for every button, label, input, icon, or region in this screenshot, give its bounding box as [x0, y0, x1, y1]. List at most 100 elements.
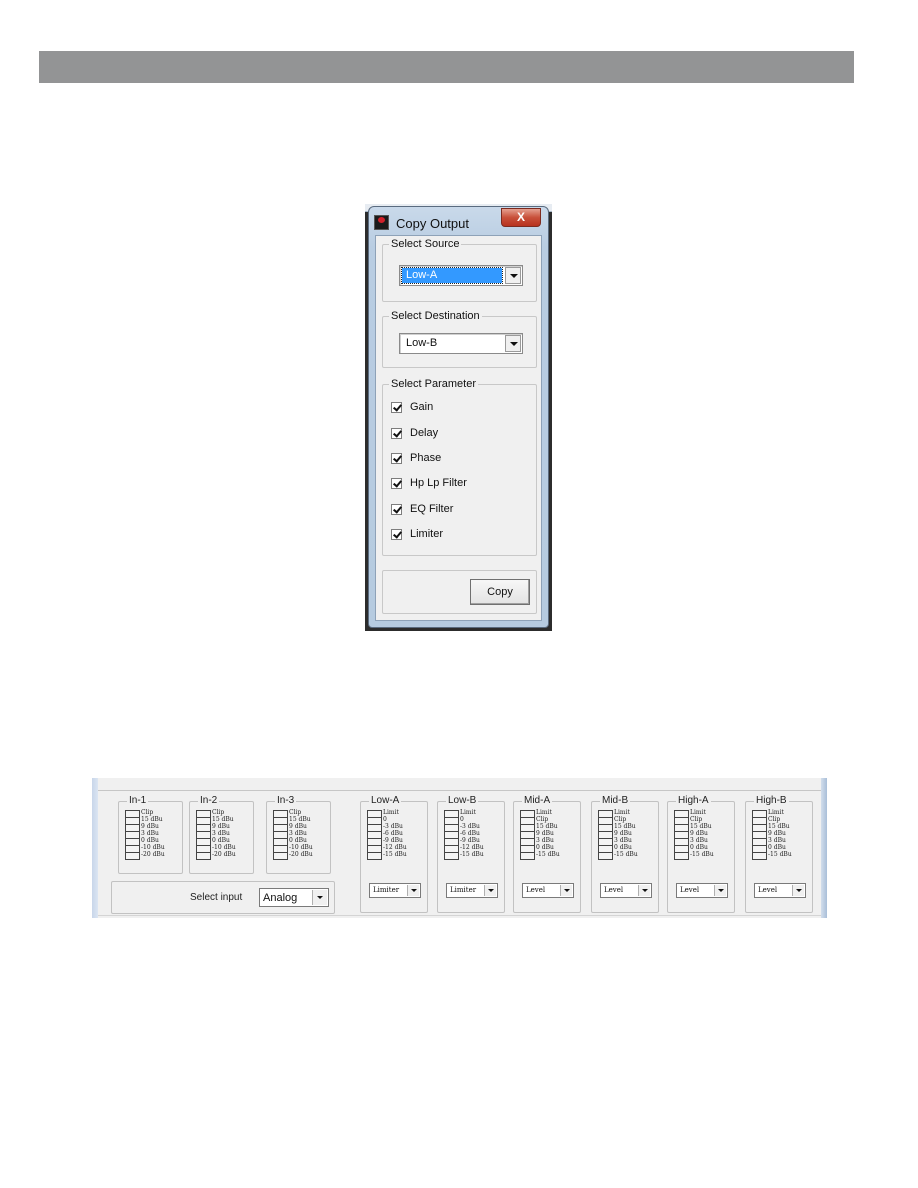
- input-channel-label: In-1: [127, 794, 149, 807]
- meter-segment: [752, 852, 767, 860]
- parameter-checkbox-row[interactable]: Phase: [391, 450, 441, 466]
- checkbox[interactable]: [391, 401, 402, 413]
- copy-action-group: Copy: [382, 570, 537, 614]
- source-dropdown-value: Low-A: [401, 267, 503, 284]
- meter-mode-dropdown[interactable]: Limiter: [369, 883, 421, 898]
- chevron-down-icon[interactable]: [505, 267, 521, 284]
- parameter-checkbox-row[interactable]: Gain: [391, 399, 433, 415]
- select-destination-group: Select Destination Low-B: [382, 309, 537, 368]
- output-meter-group: Mid-B Limit Clip 15 dBu 9 dBu 3 dBu 0 dBu -15 d…: [591, 794, 659, 913]
- copy-output-dialog: Copy Output X Select Source Low-A Select…: [368, 206, 549, 628]
- destination-dropdown-value: Low-B: [406, 337, 438, 349]
- checkbox[interactable]: [391, 452, 402, 464]
- meter-segment: [125, 852, 140, 860]
- meter-segment-row: -15 dBu: [444, 851, 504, 860]
- meter-segment-row: -15 dBu: [367, 851, 427, 860]
- input-channel-label: In-2: [198, 794, 220, 807]
- output-meter-group: Mid-A Limit Clip 15 dBu 9 dBu 3 dBu 0 dBu -15 d…: [513, 794, 581, 913]
- checkbox-label: Gain: [410, 401, 434, 413]
- level-meter: Limit 0 -3 dBu -6 dBu -9 dBu -12 dBu -15 dBu: [367, 809, 427, 860]
- meter-segment-row: -15 dBu: [598, 851, 658, 860]
- meter-panel-screenshot: In-1 Clip 15 dBu 9 dBu 3 dBu 0 dBu -10 dBu -20 …: [92, 778, 827, 918]
- meter-segment: [674, 852, 689, 860]
- output-channel-label: Low-A: [369, 794, 402, 807]
- meter-segment-row: Limit: [752, 809, 812, 818]
- output-channel-label: Mid-B: [600, 794, 631, 807]
- chevron-down-icon[interactable]: [505, 335, 521, 352]
- input-meter-group: In-1 Clip 15 dBu 9 dBu 3 dBu 0 dBu -10 dBu -20 …: [118, 794, 185, 874]
- meter-segment: [367, 852, 382, 860]
- input-meter-group: In-2 Clip 15 dBu 9 dBu 3 dBu 0 dBu -10 dBu -20 …: [189, 794, 256, 874]
- output-channel-label: High-A: [676, 794, 711, 807]
- meter-mode-dropdown[interactable]: Level: [754, 883, 806, 898]
- checkbox[interactable]: [391, 427, 402, 439]
- source-dropdown[interactable]: Low-A: [399, 265, 523, 286]
- meter-mode-dropdown[interactable]: Limiter: [446, 883, 498, 898]
- checkbox-label: Limiter: [410, 528, 444, 540]
- level-meter: Clip 15 dBu 9 dBu 3 dBu 0 dBu -10 dBu -20 dBu: [125, 809, 185, 860]
- meter-mode-dropdown[interactable]: Level: [676, 883, 728, 898]
- chevron-down-icon[interactable]: [484, 885, 496, 896]
- level-meter: Limit Clip 15 dBu 9 dBu 3 dBu 0 dBu -15 dBu: [674, 809, 734, 860]
- select-source-label: Select Source: [389, 237, 462, 251]
- level-meter: Limit 0 -3 dBu -6 dBu -9 dBu -12 dBu -15 dBu: [444, 809, 504, 860]
- chevron-down-icon[interactable]: [407, 885, 419, 896]
- meter-segment: [273, 852, 288, 860]
- meter-segment-row: Limit: [367, 809, 427, 818]
- dialog-titlebar: Copy Output X: [369, 207, 548, 235]
- close-button[interactable]: X: [501, 208, 541, 227]
- checkbox-label: EQ Filter: [410, 503, 454, 515]
- output-meter-group: Low-A Limit 0 -3 dBu -6 dBu -9 dBu -12 dBu -15 …: [360, 794, 428, 913]
- meter-level-label: -15 dBu: [536, 851, 560, 858]
- checkbox[interactable]: [391, 528, 402, 540]
- output-meter-group: High-A Limit Clip 15 dBu 9 dBu 3 dBu 0 dBu -15 …: [667, 794, 735, 913]
- divider: [98, 915, 821, 916]
- level-meter: Clip 15 dBu 9 dBu 3 dBu 0 dBu -10 dBu -20 dBu: [196, 809, 256, 860]
- meter-segment: [598, 852, 613, 860]
- parameter-checkbox-row[interactable]: Delay: [391, 425, 438, 441]
- meter-segment-row: Limit: [598, 809, 658, 818]
- meter-segment: [196, 852, 211, 860]
- input-source-dropdown[interactable]: Analog: [259, 888, 329, 907]
- meter-segment-row: -15 dBu: [752, 851, 812, 860]
- select-parameter-label: Select Parameter: [389, 377, 478, 391]
- parameter-checkbox-row[interactable]: EQ Filter: [391, 501, 453, 517]
- window-frame-right: [821, 778, 827, 918]
- input-meter-group: In-3 Clip 15 dBu 9 dBu 3 dBu 0 dBu -10 dBu -20 …: [266, 794, 333, 874]
- destination-dropdown[interactable]: Low-B: [399, 333, 523, 354]
- window-frame-left: [92, 778, 98, 918]
- meter-segment-row: -20 dBu: [125, 851, 185, 860]
- output-meter-group: High-B Limit Clip 15 dBu 9 dBu 3 dBu 0 dBu -15 …: [745, 794, 813, 913]
- input-channel-label: In-3: [275, 794, 297, 807]
- meter-mode-value: Level: [680, 886, 700, 894]
- meter-mode-value: Limiter: [373, 886, 400, 894]
- checkbox[interactable]: [391, 503, 402, 515]
- chevron-down-icon[interactable]: [792, 885, 804, 896]
- output-meter-group: Low-B Limit 0 -3 dBu -6 dBu -9 dBu -12 dBu -15 …: [437, 794, 505, 913]
- output-channel-label: High-B: [754, 794, 789, 807]
- parameter-checkbox-row[interactable]: Limiter: [391, 526, 443, 542]
- meter-level-label: -20 dBu: [212, 851, 236, 858]
- checkbox[interactable]: [391, 477, 402, 489]
- chevron-down-icon[interactable]: [560, 885, 572, 896]
- chevron-down-icon[interactable]: [714, 885, 726, 896]
- copy-output-screenshot: Copy Output X Select Source Low-A Select…: [365, 204, 552, 631]
- level-meter: Limit Clip 15 dBu 9 dBu 3 dBu 0 dBu -15 dBu: [752, 809, 812, 860]
- meter-mode-dropdown[interactable]: Level: [600, 883, 652, 898]
- select-input-group: Select input Analog: [111, 881, 335, 914]
- dialog-client-area: Select Source Low-A Select Destination L…: [375, 235, 542, 621]
- divider: [98, 790, 821, 791]
- meter-segment-row: -15 dBu: [520, 851, 580, 860]
- output-channel-label: Mid-A: [522, 794, 553, 807]
- meter-segment: [444, 852, 459, 860]
- meter-level-label: -20 dBu: [141, 851, 165, 858]
- select-input-label: Select input: [190, 892, 243, 903]
- parameter-checkbox-row[interactable]: Hp Lp Filter: [391, 475, 467, 491]
- chevron-down-icon[interactable]: [312, 890, 327, 905]
- meter-segment: [520, 852, 535, 860]
- checkbox-label: Delay: [410, 427, 439, 439]
- chevron-down-icon[interactable]: [638, 885, 650, 896]
- level-meter: Clip 15 dBu 9 dBu 3 dBu 0 dBu -10 dBu -20 dBu: [273, 809, 333, 860]
- copy-button[interactable]: Copy: [470, 579, 530, 605]
- meter-mode-dropdown[interactable]: Level: [522, 883, 574, 898]
